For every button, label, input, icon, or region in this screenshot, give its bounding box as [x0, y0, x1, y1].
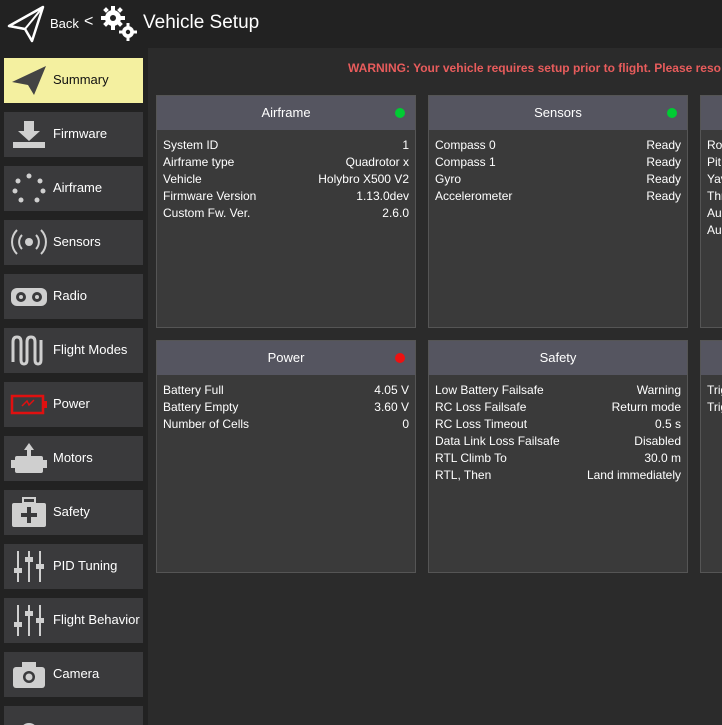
info-row: RC Loss Timeout 0.5 s [435, 417, 681, 431]
back-chevron: < [84, 13, 94, 30]
sidebar-item-safety[interactable]: Safety [4, 490, 143, 535]
battery-icon [10, 394, 47, 415]
card-title: Power [267, 350, 305, 365]
sidebar-item-label: Motors [53, 450, 93, 465]
sidebar-item-label: Radio [53, 288, 87, 303]
motor-icon [11, 443, 47, 473]
sidebar-item-label: Camera [53, 666, 100, 681]
back-button[interactable]: Back [50, 16, 79, 31]
radio-controller-icon [11, 288, 47, 306]
sliders-icon [14, 605, 44, 636]
card-title: Airframe [261, 105, 311, 120]
radio-card-partial[interactable]: Rol Pit Yav Thr Au Au [700, 95, 722, 328]
paper-plane-icon [12, 66, 46, 95]
sensors-card[interactable]: Sensors Compass 0 Ready Compass 1 Ready Gy… [428, 95, 688, 328]
safety-card[interactable]: Safety Low Battery Failsafe Warning RC Lo… [428, 340, 688, 573]
setup-warning: WARNING: Your vehicle requires setup pri… [348, 61, 721, 75]
sidebar-item-summary[interactable]: Summary [4, 58, 143, 103]
sidebar-item-flight-modes[interactable]: Flight Modes [4, 328, 143, 373]
paper-plane-icon[interactable] [6, 4, 46, 44]
sidebar-item-power[interactable]: Power [4, 382, 143, 427]
sidebar-item-label: Flight Modes [53, 342, 128, 357]
info-row: RTL, Then Land immediately [435, 468, 681, 482]
sidebar-item-partial[interactable] [4, 706, 143, 725]
sliders-icon [14, 551, 44, 582]
page-title: Vehicle Setup [143, 12, 260, 33]
camera-icon [13, 662, 45, 688]
camera-card-partial[interactable]: Trig Trig [700, 340, 722, 573]
info-row: Low Battery Failsafe Warning [435, 383, 681, 397]
card-title: Safety [539, 350, 577, 365]
sidebar-item-label: Summary [53, 72, 109, 87]
card-header: Safety [429, 341, 687, 375]
info-row: Custom Fw. Ver. 2.6.0 [163, 206, 409, 220]
info-row: Gyro Ready [435, 172, 681, 186]
card-header: Sensors [429, 96, 687, 130]
first-aid-icon [12, 497, 46, 527]
power-card[interactable]: Power Battery Full 4.05 V Battery Empty 3.… [156, 340, 416, 573]
wave-icon [11, 335, 43, 366]
top-toolbar: Back < Vehicle Setup [0, 0, 722, 48]
card-header [701, 341, 722, 375]
sidebar-item-airframe[interactable]: Airframe [4, 166, 143, 211]
gears-icon [101, 6, 137, 41]
info-row: Battery Full 4.05 V [163, 383, 409, 397]
info-row: Firmware Version 1.13.0dev [163, 189, 409, 203]
download-icon [13, 121, 45, 148]
info-row: RC Loss Failsafe Return mode [435, 400, 681, 414]
airframe-icon [12, 173, 46, 203]
sidebar-item-label: Power [53, 396, 90, 411]
sidebar-item-camera[interactable]: Camera [4, 652, 143, 697]
summary-content: WARNING: Your vehicle requires setup pri… [148, 48, 722, 725]
gear-icon [23, 723, 35, 725]
card-header: Airframe [157, 96, 415, 130]
info-row: Number of Cells 0 [163, 417, 409, 431]
sidebar-item-flight-behavior[interactable]: Flight Behavior [4, 598, 143, 643]
info-row: Compass 1 Ready [435, 155, 681, 169]
status-indicator [667, 108, 677, 118]
info-row: RTL Climb To 30.0 m [435, 451, 681, 465]
card-title: Sensors [534, 105, 582, 120]
sidebar-item-pid-tuning[interactable]: PID Tuning [4, 544, 143, 589]
info-row: Airframe type Quadrotor x [163, 155, 409, 169]
sidebar-item-label: Flight Behavior [53, 612, 140, 627]
info-row: System ID 1 [163, 138, 409, 152]
sidebar-item-motors[interactable]: Motors [4, 436, 143, 481]
info-row: Data Link Loss Failsafe Disabled [435, 434, 681, 448]
sidebar-item-radio[interactable]: Radio [4, 274, 143, 319]
status-indicator [395, 353, 405, 363]
card-header [701, 96, 722, 130]
sidebar-item-label: Airframe [53, 180, 103, 195]
info-row: Vehicle Holybro X500 V2 [163, 172, 409, 186]
airframe-card[interactable]: Airframe System ID 1 Airframe type Quadrot… [156, 95, 416, 328]
radio-waves-icon [11, 229, 47, 255]
sidebar-item-label: Sensors [53, 234, 101, 249]
sidebar-item-label: PID Tuning [53, 558, 118, 573]
status-indicator [395, 108, 405, 118]
info-row: Compass 0 Ready [435, 138, 681, 152]
setup-sidebar: Summary Firmware Airframe Sensors Radio … [0, 52, 148, 725]
sidebar-item-label: Firmware [53, 126, 108, 141]
info-row: Accelerometer Ready [435, 189, 681, 203]
card-header: Power [157, 341, 415, 375]
sidebar-item-sensors[interactable]: Sensors [4, 220, 143, 265]
sidebar-item-label: Safety [53, 504, 90, 519]
sidebar-item-firmware[interactable]: Firmware [4, 112, 143, 157]
info-row: Battery Empty 3.60 V [163, 400, 409, 414]
